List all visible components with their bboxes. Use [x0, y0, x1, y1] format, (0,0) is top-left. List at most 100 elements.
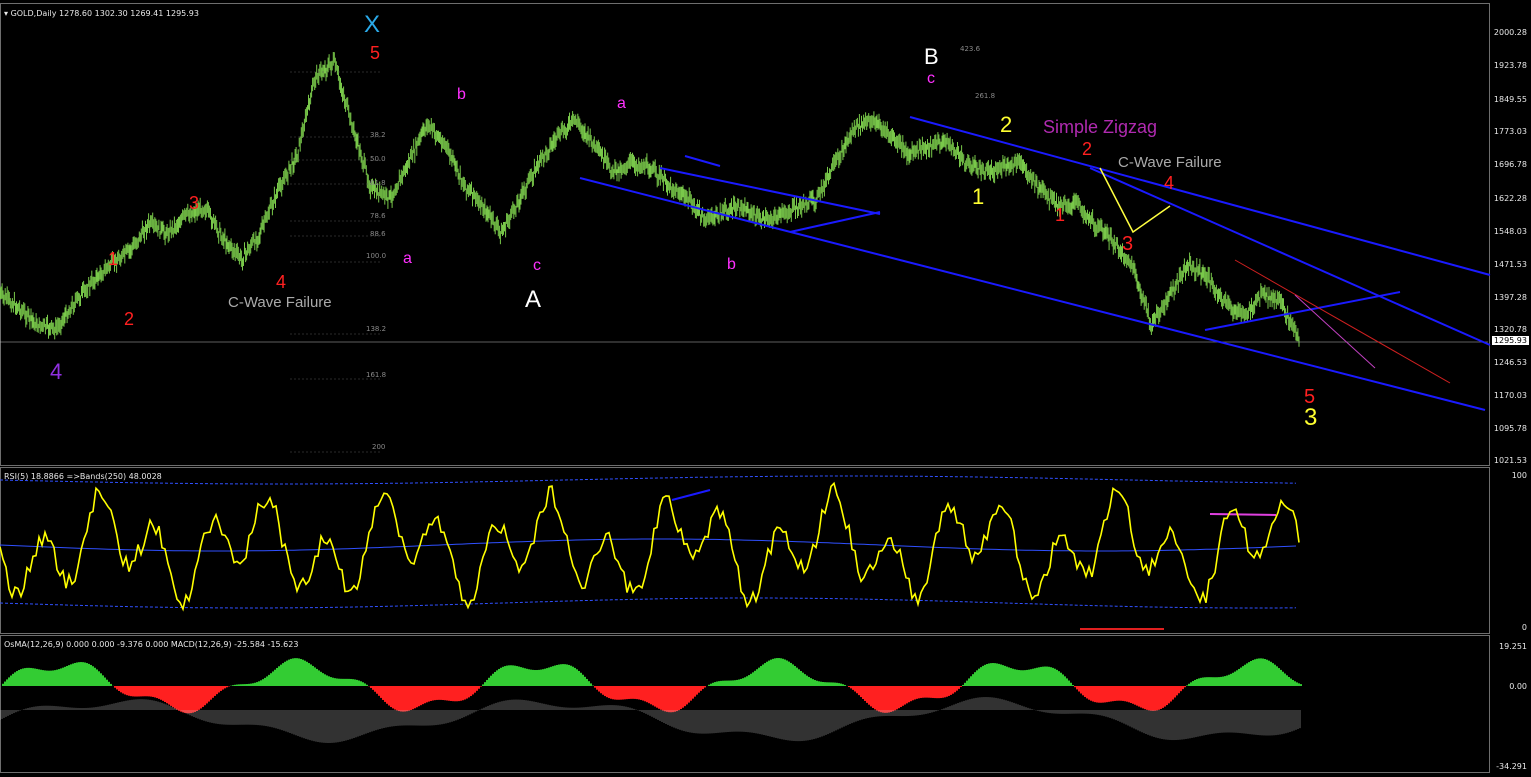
osma-bar — [1190, 682, 1192, 686]
rsi-trendline — [671, 489, 711, 501]
osma-bar — [1164, 686, 1166, 707]
osma-bar — [478, 686, 480, 689]
osma-bar — [350, 678, 352, 686]
osma-bar — [30, 667, 32, 686]
osma-bar — [1110, 686, 1112, 702]
osma-bar — [404, 686, 406, 712]
osma-bar — [1070, 682, 1072, 686]
osma-bar — [42, 670, 44, 686]
osma-bar — [80, 662, 82, 686]
osma-bar — [12, 673, 14, 686]
osma-bar — [342, 678, 344, 686]
osma-bar — [724, 680, 726, 686]
osma-bar — [608, 686, 610, 699]
osma-bar — [1122, 686, 1124, 701]
osma-bar — [492, 673, 494, 686]
osma-bar — [10, 675, 12, 686]
osma-bar — [354, 679, 356, 686]
osma-bar — [1078, 686, 1080, 692]
osma-bar — [722, 680, 724, 686]
osma-bar — [308, 663, 310, 686]
osma-bar — [256, 682, 258, 686]
osma-bar — [140, 686, 142, 697]
osma-bar — [826, 682, 828, 686]
osma-bar — [1254, 659, 1256, 686]
osma-bar — [862, 686, 864, 700]
osma-bar — [1026, 669, 1028, 686]
trendline — [684, 155, 721, 167]
osma-bar — [250, 683, 252, 686]
osma-bar — [1020, 670, 1022, 686]
osma-bar — [72, 663, 74, 686]
osma-bar — [718, 681, 720, 686]
osma-bar — [362, 682, 364, 686]
osma-bar — [986, 664, 988, 686]
osma-bar — [1252, 660, 1254, 686]
osma-bar — [222, 686, 224, 690]
osma-bar — [114, 686, 116, 688]
osma-bar — [422, 686, 424, 705]
osma-bar — [740, 678, 742, 686]
osma-bar — [534, 670, 536, 686]
osma-bar — [710, 683, 712, 686]
osma-bar — [246, 684, 248, 686]
osma-bar — [1188, 683, 1190, 686]
osma-bar — [972, 674, 974, 686]
osma-bar — [1002, 665, 1004, 686]
osma-bar — [590, 683, 592, 686]
osma-bar — [1240, 667, 1242, 686]
osma-bar — [448, 686, 450, 701]
osma-bar — [628, 686, 630, 699]
osma-bar — [502, 666, 504, 686]
osma-bar — [814, 680, 816, 686]
osma-bar — [736, 679, 738, 686]
osma-bar — [714, 682, 716, 686]
osma-bar — [14, 672, 16, 686]
osma-bar — [390, 686, 392, 708]
osma-bar — [874, 686, 876, 710]
osma-bar — [796, 667, 798, 686]
osma-bar — [622, 686, 624, 700]
osma-bar — [580, 672, 582, 686]
osma-bar — [672, 686, 674, 713]
osma-bar — [464, 686, 466, 700]
osma-bar — [78, 662, 80, 686]
osma-bar — [536, 670, 538, 686]
osma-bar — [380, 686, 382, 698]
osma-bar — [348, 678, 350, 686]
osma-bar — [636, 686, 638, 700]
osma-bar — [328, 676, 330, 686]
osma-bar — [1060, 672, 1062, 686]
osma-bar — [840, 683, 842, 686]
osma-bar — [640, 686, 642, 700]
osma-bar — [488, 677, 490, 686]
osma-bar — [76, 662, 78, 686]
osma-bar — [332, 677, 334, 686]
osma-bar — [552, 666, 554, 686]
osma-bar — [458, 686, 460, 702]
osma-bar — [1270, 661, 1272, 686]
osma-bar — [378, 686, 380, 696]
osma-bar — [854, 686, 856, 692]
osma-bar — [1032, 668, 1034, 686]
osma-bar — [996, 663, 998, 686]
osma-bar — [594, 686, 596, 688]
osma-bar — [900, 686, 902, 708]
osma-bar — [432, 686, 434, 701]
wave-label: 2 — [124, 309, 135, 329]
osma-bar — [644, 686, 646, 702]
osma-bar — [94, 667, 96, 686]
osma-bar — [532, 669, 534, 686]
osma-bar — [1010, 668, 1012, 686]
osma-bar — [966, 680, 968, 686]
osma-bar — [398, 686, 400, 712]
osma-bar — [838, 683, 840, 686]
osma-bar — [414, 686, 416, 709]
osma-bar — [1284, 673, 1286, 686]
osma-bar — [560, 664, 562, 686]
osma-bar — [946, 686, 948, 697]
osma-bar — [96, 669, 98, 686]
osma-bar — [1094, 686, 1096, 703]
osma-bar — [954, 686, 956, 693]
osma-bar — [178, 686, 180, 711]
